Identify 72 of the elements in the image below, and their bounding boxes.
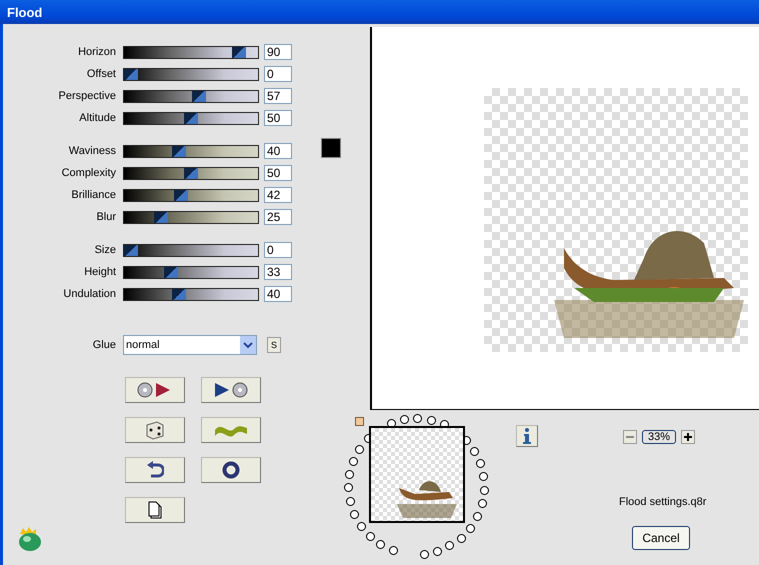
plus-icon <box>684 433 692 442</box>
slider-track[interactable] <box>123 112 259 124</box>
wave-button[interactable] <box>201 417 261 443</box>
value-field[interactable]: 42 <box>264 187 292 203</box>
slider-thumb[interactable] <box>172 146 186 156</box>
slider-track[interactable] <box>123 244 259 256</box>
window-title: Flood <box>7 4 42 20</box>
value-field[interactable]: 0 <box>264 242 292 258</box>
slider-thumb[interactable] <box>124 68 138 80</box>
value-field[interactable]: 90 <box>264 44 292 60</box>
slider-label: Brilliance <box>70 189 117 201</box>
color-swatch[interactable] <box>321 138 341 158</box>
slider-track[interactable] <box>123 210 259 224</box>
s-button[interactable]: S <box>267 337 281 353</box>
slider-track[interactable] <box>123 266 259 278</box>
slider-thumb[interactable] <box>184 168 198 178</box>
undo-arrow-icon <box>146 461 164 479</box>
dice-icon <box>145 420 165 440</box>
slider-thumb[interactable] <box>232 46 246 58</box>
pages-icon <box>147 501 163 519</box>
arrow-disc-icon <box>213 381 249 399</box>
save-preset-button[interactable] <box>201 377 261 403</box>
zoom-field[interactable]: 33% <box>642 430 676 444</box>
slider-label: Waviness <box>68 145 117 157</box>
random-button[interactable] <box>125 417 185 443</box>
slider-label: Size <box>94 244 117 256</box>
value-field[interactable]: 25 <box>264 209 292 225</box>
slider-track[interactable] <box>123 90 259 102</box>
slider-track[interactable] <box>123 288 259 300</box>
value-field[interactable]: 50 <box>264 110 292 126</box>
glue-label: Glue <box>92 339 117 351</box>
slider-thumb[interactable] <box>154 212 168 222</box>
slider-track[interactable] <box>123 188 259 202</box>
slider-track[interactable] <box>123 68 259 80</box>
value-field[interactable]: 40 <box>264 143 292 159</box>
minus-icon <box>626 436 634 438</box>
chevron-icon <box>240 336 256 354</box>
value-field[interactable]: 57 <box>264 88 292 104</box>
glue-dropdown[interactable]: normal <box>123 335 257 355</box>
value-field[interactable]: 33 <box>264 264 292 280</box>
slider-track[interactable] <box>123 166 259 180</box>
slider-label: Complexity <box>60 167 117 179</box>
ring-icon <box>222 461 240 479</box>
slider-thumb[interactable] <box>164 266 178 278</box>
zoom-in-button[interactable] <box>681 430 695 444</box>
value-field[interactable]: 40 <box>264 286 292 302</box>
slider-track[interactable] <box>123 46 259 58</box>
slider-thumb[interactable] <box>174 190 188 200</box>
slider-label: Offset <box>86 68 117 80</box>
slider-label: Perspective <box>58 90 117 102</box>
value-field[interactable]: 0 <box>264 66 292 82</box>
slider-label: Blur <box>95 211 117 223</box>
zoom-out-button[interactable] <box>623 430 637 444</box>
slider-label: Horizon <box>77 46 117 58</box>
slider-label: Altitude <box>78 112 117 124</box>
slider-thumb[interactable] <box>172 288 186 300</box>
slider-label: Undulation <box>62 288 117 300</box>
handle-square[interactable] <box>355 417 364 426</box>
copy-button[interactable] <box>125 497 185 523</box>
value-field[interactable]: 50 <box>264 165 292 181</box>
slider-thumb[interactable] <box>184 112 198 124</box>
default-button[interactable] <box>201 457 261 483</box>
slider-thumb[interactable] <box>124 244 138 256</box>
slider-track[interactable] <box>123 144 259 158</box>
info-button[interactable] <box>516 425 538 448</box>
slider-thumb[interactable] <box>192 90 206 102</box>
settings-file-name: Flood settings.q8r <box>619 496 706 508</box>
slider-label: Height <box>83 266 117 278</box>
info-icon <box>523 428 531 444</box>
load-preset-button[interactable] <box>125 377 185 403</box>
reset-button[interactable] <box>125 457 185 483</box>
cancel-button[interactable]: Cancel <box>632 526 690 550</box>
